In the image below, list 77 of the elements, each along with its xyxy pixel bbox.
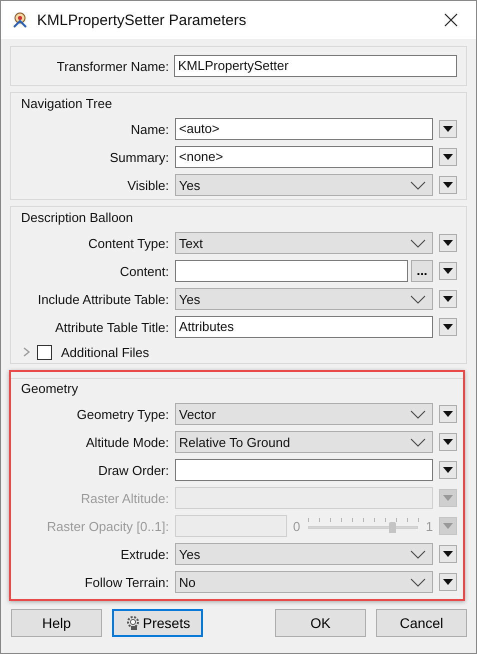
field-label: Geometry Type: (76, 406, 169, 422)
dropdown[interactable]: Yes (175, 288, 433, 310)
field-label: Raster Altitude: (80, 490, 169, 506)
triangle-icon (443, 551, 453, 557)
browse-button[interactable]: ... (411, 260, 433, 282)
dropdown[interactable]: Relative To Ground (175, 431, 433, 453)
field-label: Name: (130, 122, 169, 136)
dialog-button[interactable]: Presets (112, 609, 203, 637)
triangle-icon (443, 126, 453, 132)
triangle-icon (443, 523, 453, 529)
field-label: Attribute Table Title: (54, 320, 169, 334)
menu-button[interactable] (439, 262, 457, 280)
triangle-icon (443, 154, 453, 160)
caret-icon (410, 550, 426, 558)
input-field[interactable]: KMLPropertySetter (174, 55, 457, 77)
triangle-icon (443, 182, 453, 188)
field-label: Visible: (126, 178, 169, 192)
menu-button[interactable] (439, 433, 457, 451)
menu-button[interactable] (439, 573, 457, 591)
field-label: Altitude Mode: (84, 434, 169, 450)
caret-icon (410, 438, 426, 446)
group-title: Description Balloon (21, 210, 134, 226)
dropdown[interactable]: Text (175, 232, 433, 254)
checkbox[interactable] (37, 344, 52, 360)
group-title: Geometry (21, 381, 78, 397)
triangle-icon (443, 467, 453, 473)
menu-button[interactable] (439, 176, 457, 194)
min-label: 0 (293, 518, 300, 534)
field-label: Raster Opacity [0..1]: (46, 518, 169, 534)
field-label: Include Attribute Table: (36, 292, 169, 306)
triangle-icon (443, 579, 453, 585)
menu-button[interactable] (439, 120, 457, 138)
dropdown[interactable]: No (175, 571, 433, 593)
dialog-button[interactable]: Help (11, 609, 102, 637)
input-field[interactable]: <auto> (175, 118, 433, 140)
field-label: Follow Terrain: (84, 574, 169, 590)
checkbox-label: Additional Files (61, 344, 150, 360)
dropdown[interactable]: Yes (175, 174, 433, 196)
input-field[interactable] (175, 260, 408, 282)
menu-button[interactable] (439, 148, 457, 166)
menu-button[interactable] (439, 461, 457, 479)
caret-icon (410, 238, 426, 248)
triangle-icon (443, 324, 453, 330)
triangle-icon (443, 411, 453, 417)
triangle-icon (443, 439, 453, 445)
triangle-icon (443, 268, 453, 274)
app-icon (11, 11, 29, 29)
triangle-icon (443, 495, 453, 501)
dropdown[interactable]: Yes (175, 543, 433, 565)
menu-button[interactable] (439, 290, 457, 308)
caret-icon (410, 294, 426, 304)
triangle-icon (443, 296, 453, 302)
field-label: Summary: (108, 150, 169, 164)
field-label: Content Type: (87, 236, 169, 250)
field-label: Extrude: (120, 546, 169, 562)
dropdown[interactable]: Vector (175, 403, 433, 425)
max-label: 1 (426, 518, 433, 534)
input-field[interactable]: <none> (175, 146, 433, 168)
group-title: Navigation Tree (21, 96, 112, 112)
input-field[interactable] (175, 459, 433, 481)
window-title: KMLPropertySetter Parameters (37, 12, 248, 28)
caret-icon (410, 578, 426, 586)
caret-icon (410, 180, 426, 190)
menu-button[interactable] (439, 405, 457, 423)
field-label: Content: (118, 264, 169, 278)
triangle-icon (443, 240, 453, 246)
field-label: Draw Order: (97, 462, 169, 478)
menu-button[interactable] (439, 234, 457, 252)
input-field[interactable]: Attributes (175, 316, 433, 338)
dialog-button[interactable]: OK (275, 609, 366, 637)
caret-icon (410, 410, 426, 418)
menu-button[interactable] (439, 318, 457, 336)
close-icon[interactable] (444, 13, 458, 27)
field-label: Transformer Name: (56, 58, 169, 74)
slider-track[interactable] (308, 518, 418, 534)
menu-button[interactable] (439, 545, 457, 563)
dialog-button[interactable]: Cancel (376, 609, 467, 637)
